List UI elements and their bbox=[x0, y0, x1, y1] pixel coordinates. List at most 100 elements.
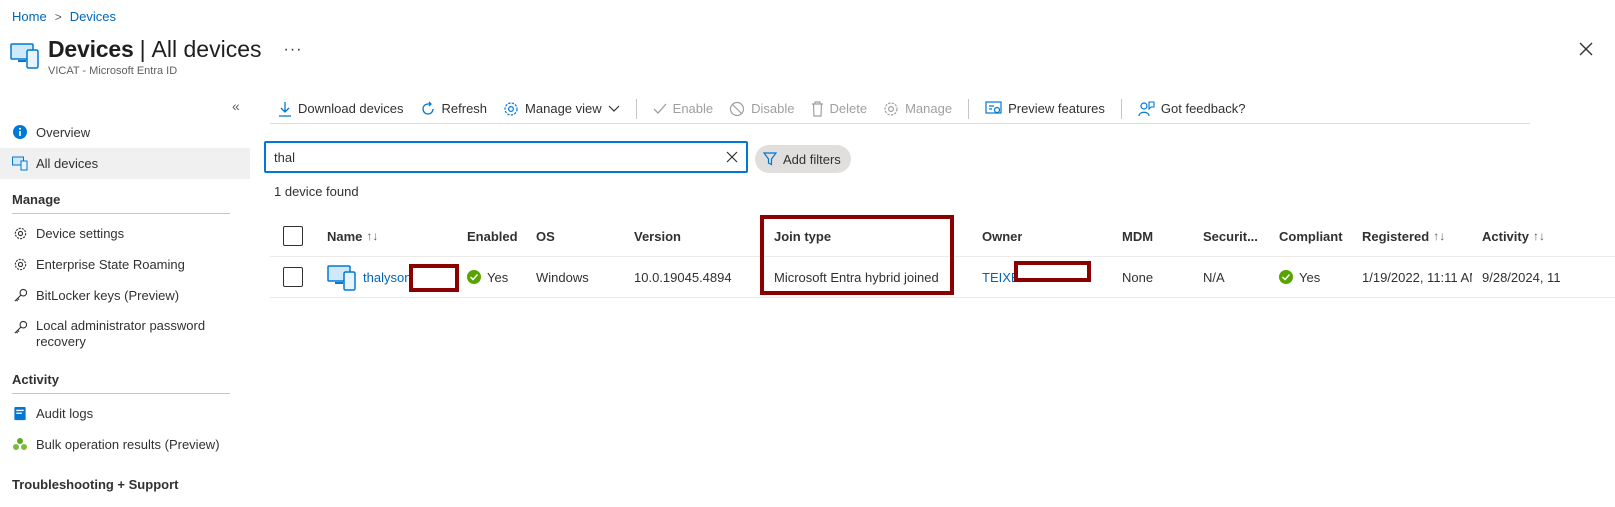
select-all-checkbox[interactable] bbox=[283, 226, 303, 246]
sidebar-item-local-admin-password[interactable]: Local administrator password recovery bbox=[0, 311, 250, 359]
section-divider bbox=[12, 213, 230, 214]
section-title-manage: Manage bbox=[12, 192, 61, 207]
section-divider bbox=[12, 393, 230, 394]
sort-icon: ↑↓ bbox=[1433, 229, 1446, 243]
disable-button[interactable]: Disable bbox=[721, 96, 802, 122]
gear-icon bbox=[12, 256, 28, 272]
close-icon[interactable] bbox=[1577, 40, 1595, 58]
block-icon bbox=[730, 101, 745, 116]
column-header-owner[interactable]: Owner bbox=[982, 216, 1022, 256]
column-header-registered[interactable]: Registered ↑↓ bbox=[1362, 216, 1445, 256]
column-header-label: Activity bbox=[1482, 228, 1529, 244]
enabled-cell: Yes bbox=[467, 257, 508, 297]
title-separator: | bbox=[139, 36, 146, 62]
preview-features-button[interactable]: Preview features bbox=[977, 96, 1113, 122]
manage-label: Manage bbox=[905, 101, 953, 116]
column-header-label: Name bbox=[327, 228, 363, 244]
page-header: Devices | All devices ··· VICAT - Micros… bbox=[10, 36, 302, 77]
column-header-version[interactable]: Version bbox=[634, 216, 681, 256]
sidebar-item-all-devices[interactable]: All devices bbox=[0, 148, 250, 179]
gear-icon bbox=[12, 225, 28, 241]
sidebar-item-label: BitLocker keys (Preview) bbox=[36, 288, 180, 303]
people-icon bbox=[12, 436, 28, 452]
breadcrumb-home-link[interactable]: Home bbox=[12, 9, 47, 24]
feedback-label: Got feedback? bbox=[1160, 101, 1246, 116]
refresh-button[interactable]: Refresh bbox=[412, 96, 496, 122]
sidebar-item-label: All devices bbox=[36, 156, 99, 171]
add-filters-button[interactable]: Add filters bbox=[755, 145, 851, 173]
breadcrumb: Home > Devices bbox=[12, 9, 116, 24]
column-header-os[interactable]: OS bbox=[536, 216, 555, 256]
redaction-box bbox=[409, 264, 459, 292]
column-header-mdm[interactable]: MDM bbox=[1122, 216, 1153, 256]
column-header-enabled[interactable]: Enabled bbox=[467, 216, 518, 256]
sidebar-item-label: Overview bbox=[36, 125, 91, 140]
breadcrumb-devices-link[interactable]: Devices bbox=[70, 9, 116, 24]
sort-icon: ↑↓ bbox=[1532, 229, 1545, 243]
devices-icon bbox=[12, 155, 28, 171]
key-icon bbox=[12, 319, 28, 335]
row-checkbox[interactable] bbox=[283, 267, 303, 287]
enable-button[interactable]: Enable bbox=[645, 96, 721, 122]
sidebar-item-label: Device settings bbox=[36, 226, 125, 241]
sidebar-nav: Overview All devices Manage Device setti… bbox=[0, 117, 250, 496]
gear-icon bbox=[504, 101, 518, 116]
mdm-cell: None bbox=[1122, 269, 1154, 285]
gear-icon bbox=[884, 101, 898, 116]
toolbar-divider bbox=[968, 98, 970, 119]
column-header-name[interactable]: Name ↑↓ bbox=[327, 216, 378, 256]
column-header-activity[interactable]: Activity ↑↓ bbox=[1482, 216, 1564, 256]
feedback-icon bbox=[1138, 100, 1155, 116]
add-filters-label: Add filters bbox=[783, 151, 841, 167]
os-cell: Windows bbox=[536, 269, 589, 285]
checkmark-icon bbox=[653, 103, 667, 114]
column-header-compliant[interactable]: Compliant bbox=[1279, 216, 1343, 256]
section-title-activity: Activity bbox=[12, 372, 59, 387]
download-icon bbox=[279, 101, 291, 117]
sort-icon: ↑↓ bbox=[366, 229, 379, 243]
collapse-sidebar-button[interactable]: « bbox=[232, 98, 240, 114]
download-devices-button[interactable]: Download devices bbox=[270, 96, 412, 122]
book-icon bbox=[12, 405, 28, 421]
clear-search-button[interactable] bbox=[718, 143, 746, 171]
sidebar-item-audit-logs[interactable]: Audit logs bbox=[0, 398, 250, 429]
info-icon bbox=[12, 124, 28, 140]
refresh-icon bbox=[421, 101, 434, 115]
delete-label: Delete bbox=[829, 101, 868, 116]
devices-icon bbox=[10, 43, 39, 69]
manage-button[interactable]: Manage bbox=[875, 96, 960, 122]
sidebar-item-device-settings[interactable]: Device settings bbox=[0, 218, 250, 249]
sidebar-item-bulk-operation-results[interactable]: Bulk operation results (Preview) bbox=[0, 429, 250, 460]
delete-button[interactable]: Delete bbox=[803, 96, 876, 122]
enable-label: Enable bbox=[672, 101, 714, 116]
toolbar-divider bbox=[1120, 98, 1122, 119]
sidebar-item-bitlocker-keys[interactable]: BitLocker keys (Preview) bbox=[0, 280, 250, 311]
more-options-button[interactable]: ··· bbox=[283, 41, 302, 59]
annotation-highlight-box bbox=[760, 215, 954, 295]
sidebar-item-label: Bulk operation results (Preview) bbox=[36, 437, 220, 452]
sidebar-item-label: Local administrator password recovery bbox=[36, 318, 206, 349]
redaction-box bbox=[1014, 261, 1091, 282]
search-box bbox=[264, 141, 748, 173]
preview-icon bbox=[985, 101, 1002, 114]
sidebar-item-label: Enterprise State Roaming bbox=[36, 257, 185, 272]
manage-view-label: Manage view bbox=[525, 101, 602, 116]
column-header-security[interactable]: Securit... bbox=[1203, 216, 1258, 256]
sidebar-item-enterprise-state-roaming[interactable]: Enterprise State Roaming bbox=[0, 249, 250, 280]
page-title-sub: All devices bbox=[151, 36, 262, 62]
search-input[interactable] bbox=[266, 143, 718, 171]
security-cell: N/A bbox=[1203, 269, 1225, 285]
page-title: Devices bbox=[48, 36, 134, 62]
filter-icon bbox=[763, 152, 777, 166]
result-count: 1 device found bbox=[274, 184, 359, 199]
version-cell: 10.0.19045.4894 bbox=[634, 269, 732, 285]
device-name-link[interactable]: thalyson bbox=[363, 270, 411, 285]
sidebar-item-label: Audit logs bbox=[36, 406, 94, 421]
check-circle-icon bbox=[467, 270, 481, 284]
page-subtitle: VICAT - Microsoft Entra ID bbox=[48, 65, 178, 77]
feedback-button[interactable]: Got feedback? bbox=[1130, 96, 1254, 122]
manage-view-button[interactable]: Manage view bbox=[495, 96, 628, 122]
chevron-down-icon bbox=[608, 105, 620, 112]
compliant-cell: Yes bbox=[1279, 257, 1320, 297]
sidebar-item-overview[interactable]: Overview bbox=[0, 117, 250, 148]
